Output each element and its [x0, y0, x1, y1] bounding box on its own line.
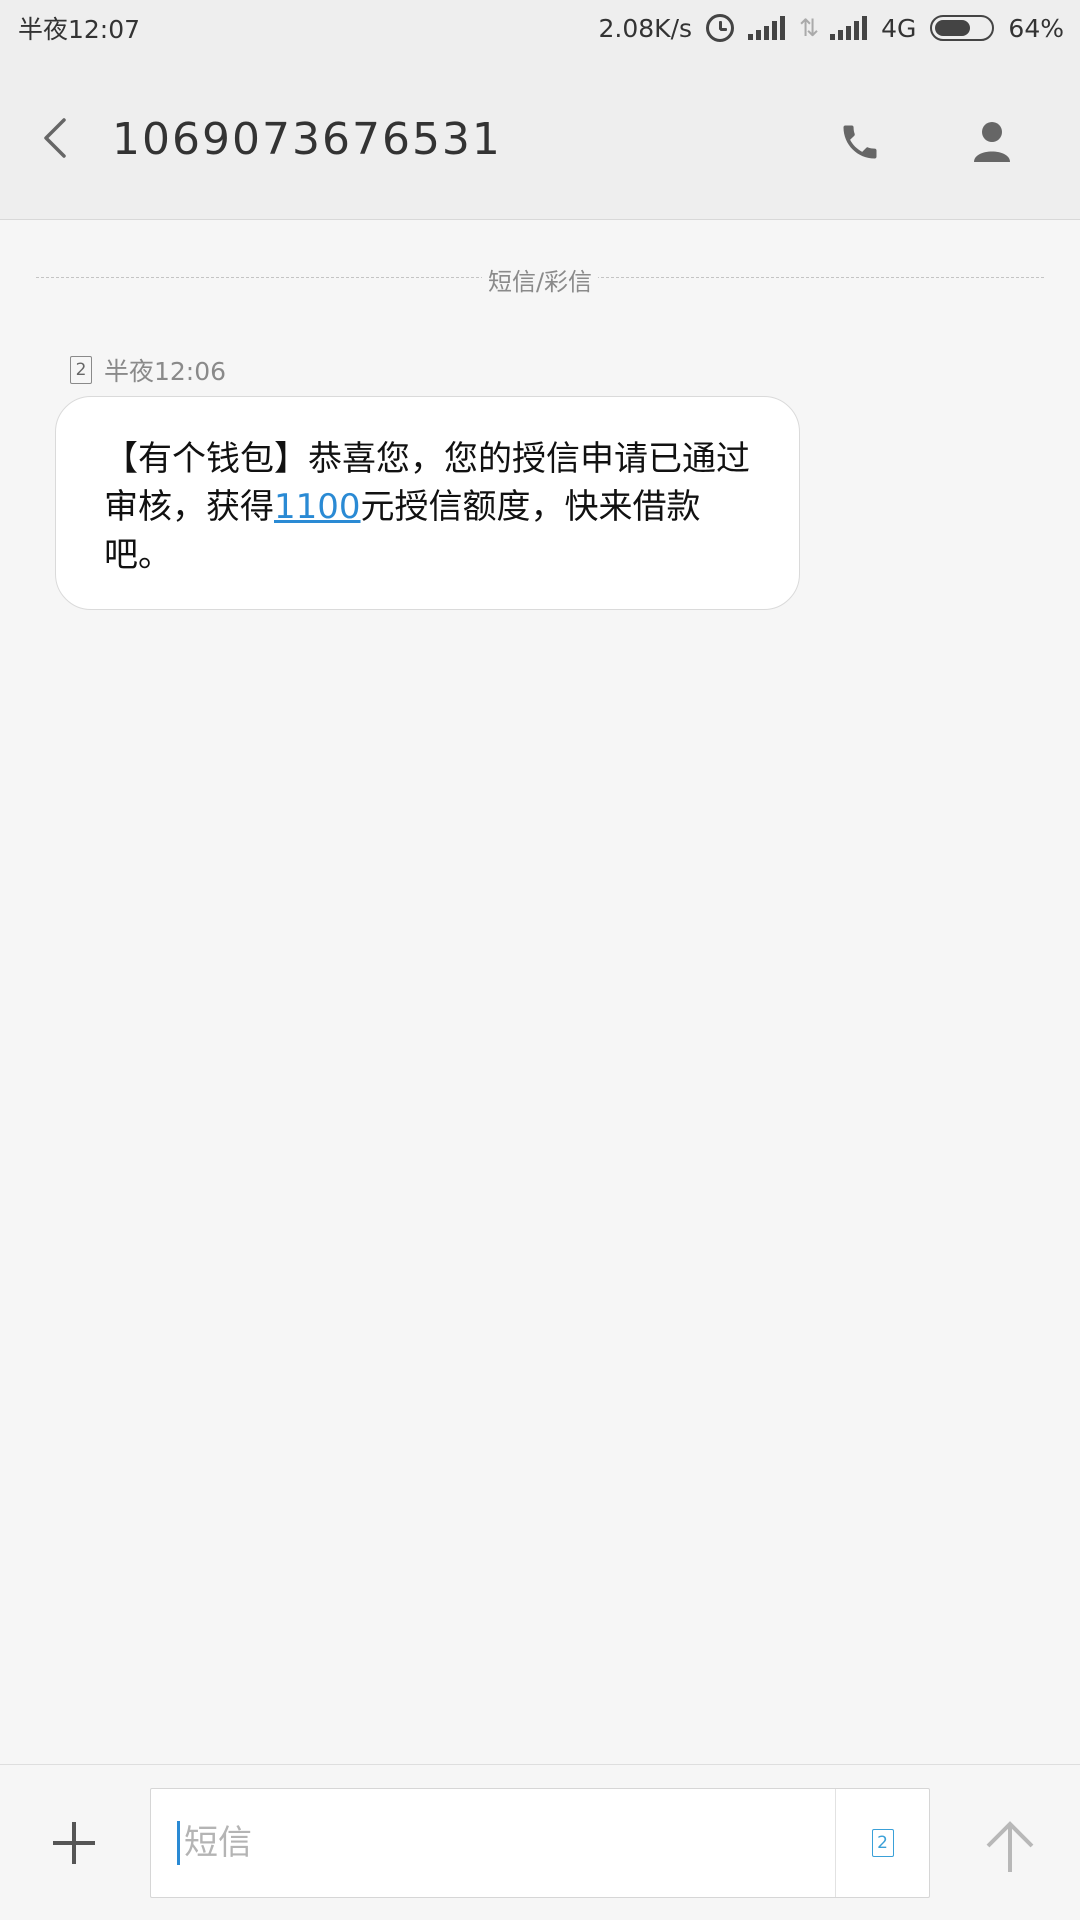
contact-number-title: 1069073676531 — [112, 114, 502, 165]
arrow-up-icon — [986, 1821, 1034, 1872]
net-speed: 2.08K/s — [598, 13, 693, 43]
sim-card-icon-small: 2 — [871, 1829, 894, 1857]
status-icons: 2.08K/s ⇅ 4G 64% — [599, 14, 1064, 43]
message-input-container: 2 — [150, 1788, 930, 1898]
phone-icon — [843, 125, 877, 159]
back-button[interactable] — [30, 110, 80, 166]
sim-card-icon: 2 — [70, 356, 92, 384]
signal-icon-2 — [830, 16, 868, 40]
message-number-link[interactable]: 1100 — [274, 487, 361, 527]
status-time: 半夜12:07 — [18, 15, 141, 44]
message-timestamp: 半夜12:06 — [104, 357, 227, 386]
alarm-icon — [706, 14, 735, 42]
composer-bar: 2 — [0, 1764, 1080, 1920]
sim-select-button[interactable]: 2 — [835, 1789, 929, 1897]
chevron-left-icon — [44, 118, 66, 158]
battery-percent: 64% — [1008, 13, 1064, 43]
signal-icon — [748, 16, 786, 40]
divider-label: 短信/彩信 — [481, 262, 599, 297]
status-bar: 半夜12:07 2.08K/s ⇅ 4G 64% — [0, 0, 1080, 56]
network-type: 4G — [881, 13, 917, 43]
call-button[interactable] — [832, 114, 888, 170]
battery-fill — [935, 20, 970, 36]
plus-icon — [53, 1822, 95, 1864]
message-meta: 2 半夜12:06 — [70, 352, 226, 388]
add-attachment-button[interactable] — [46, 1815, 102, 1871]
battery-icon — [930, 15, 995, 41]
conversation-header: 1069073676531 — [0, 56, 1080, 220]
message-input[interactable] — [177, 1821, 817, 1865]
incoming-message-bubble[interactable]: 【有个钱包】恭喜您，您的授信申请已通过审核，获得1100元授信额度，快来借款吧。 — [55, 396, 800, 610]
contact-button[interactable] — [962, 112, 1022, 172]
message-type-divider: 短信/彩信 — [36, 262, 1044, 297]
send-button[interactable] — [975, 1811, 1045, 1881]
data-activity-icon: ⇅ — [799, 14, 819, 42]
person-icon — [974, 122, 1010, 162]
